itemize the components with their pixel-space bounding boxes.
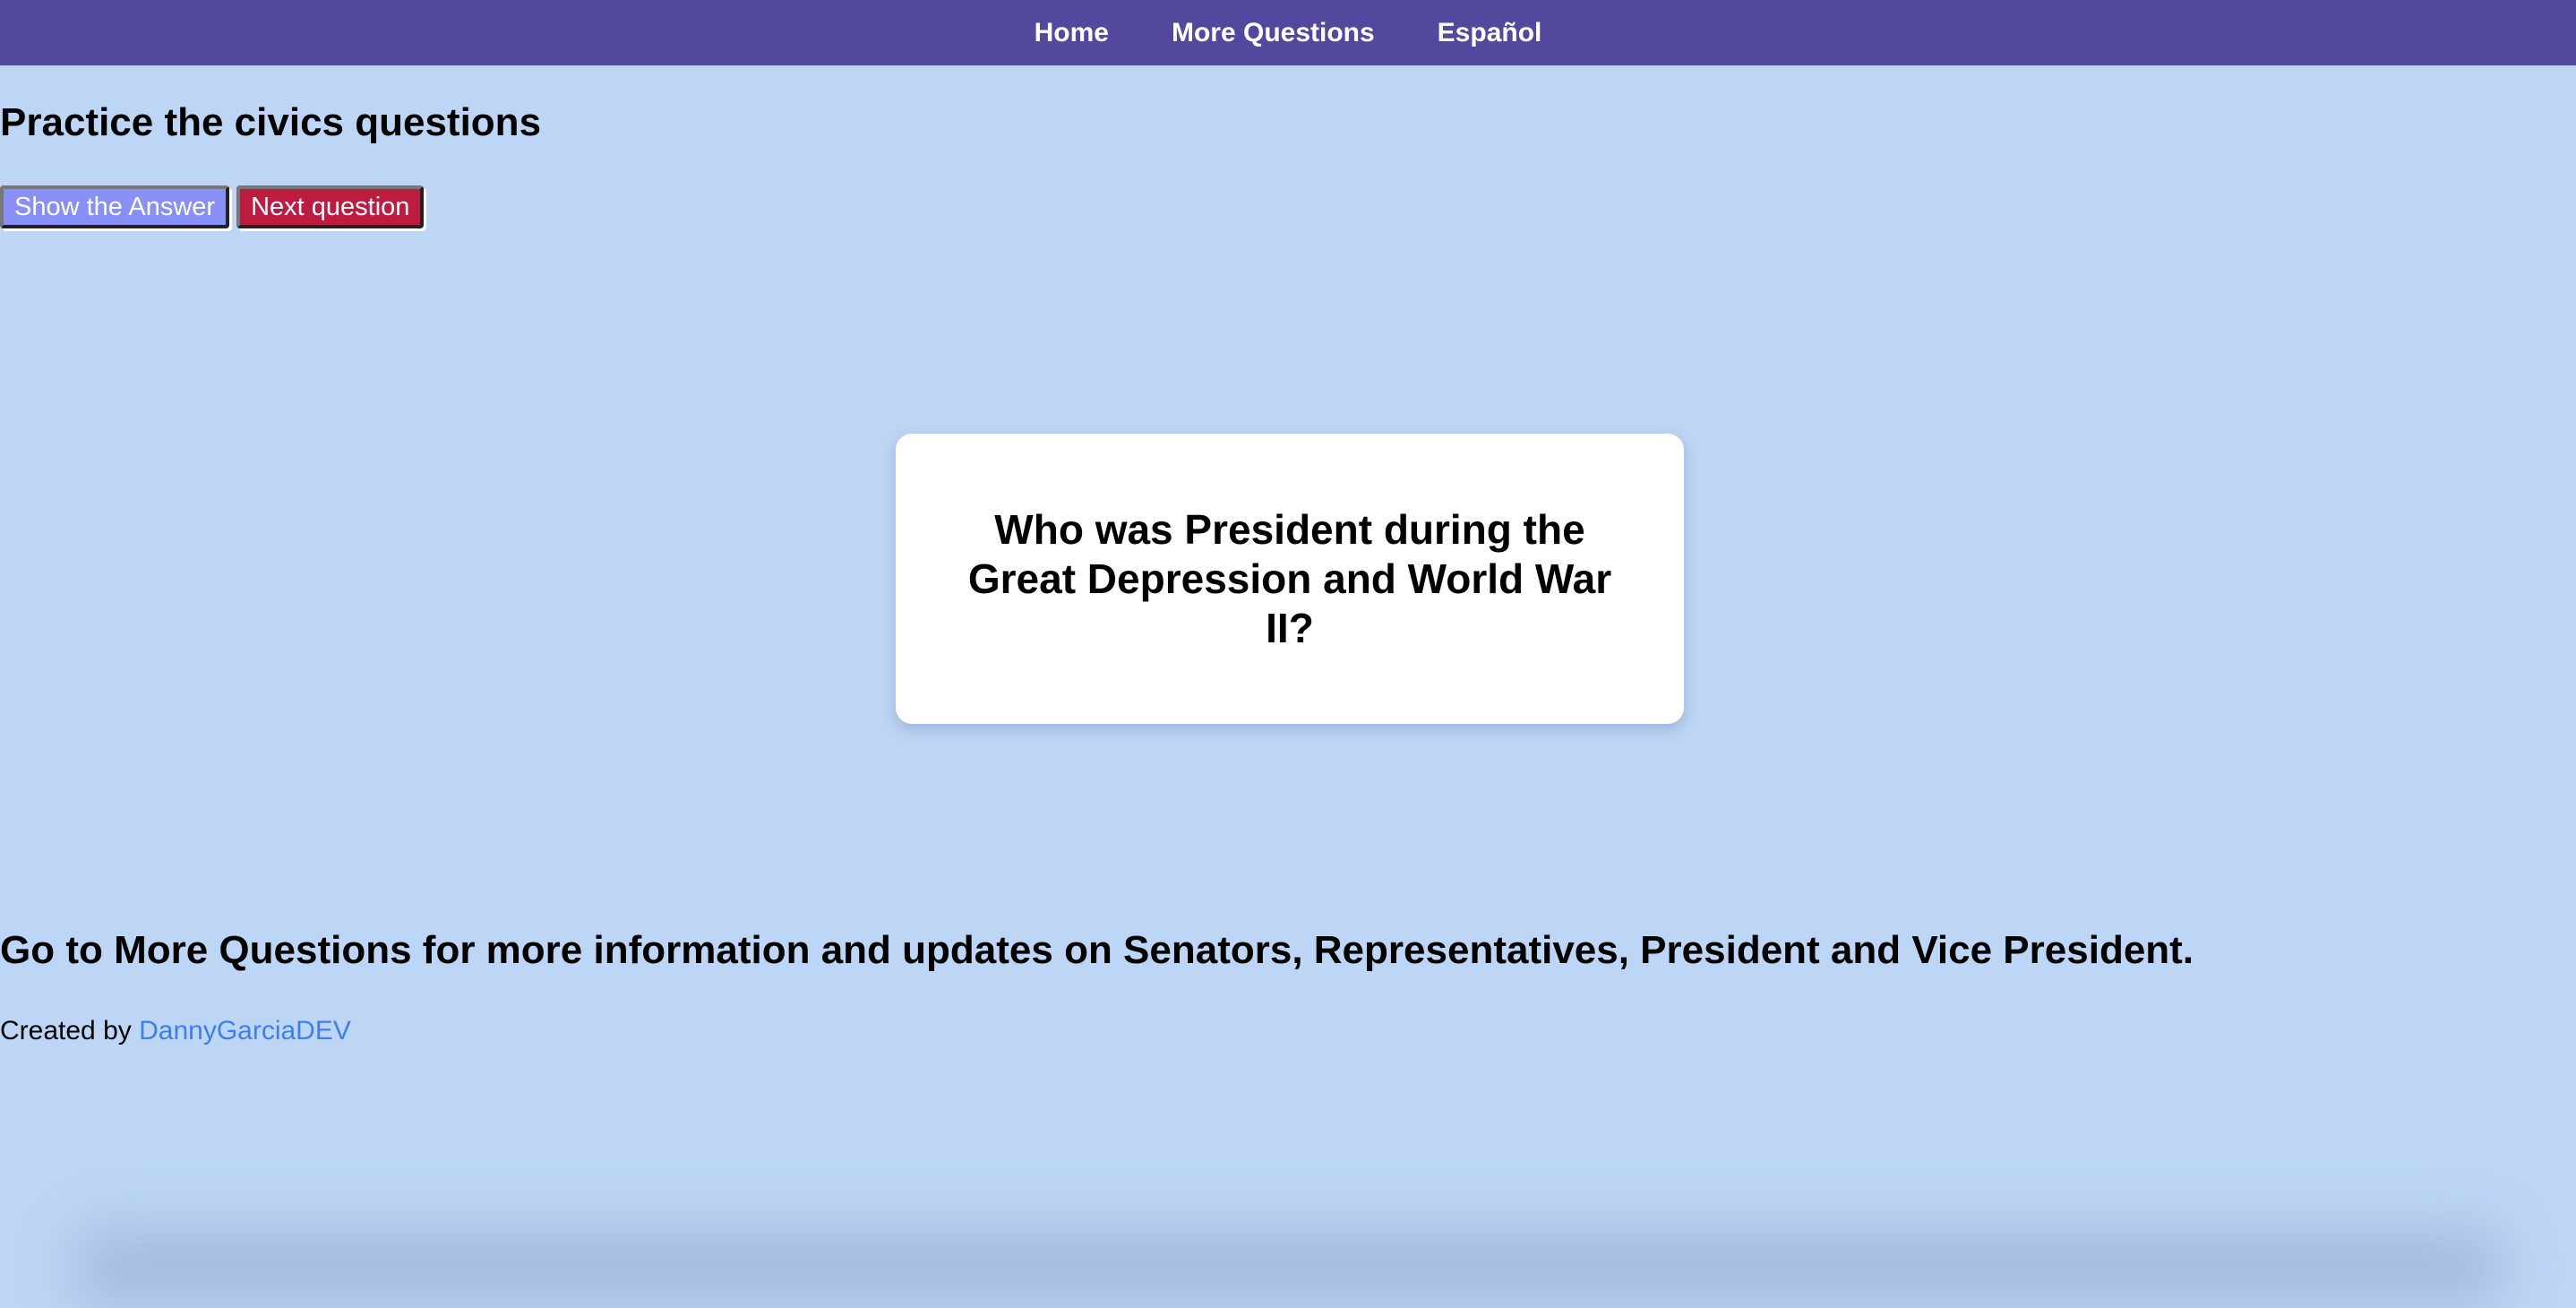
- nav-home[interactable]: Home: [1035, 18, 1109, 48]
- button-group: Show the Answer Next question: [0, 185, 425, 228]
- show-answer-button[interactable]: Show the Answer: [0, 185, 230, 228]
- more-questions-note: Go to More Questions for more informatio…: [0, 928, 2194, 972]
- nav-more-questions[interactable]: More Questions: [1172, 18, 1375, 48]
- author-link[interactable]: DannyGarciaDEV: [139, 1016, 351, 1046]
- bottom-shadow: [72, 1227, 2504, 1308]
- nav-espanol[interactable]: Español: [1438, 18, 1542, 48]
- next-question-button[interactable]: Next question: [236, 185, 425, 228]
- created-by-label: Created by: [0, 1016, 132, 1046]
- page-title: Practice the civics questions: [0, 100, 542, 144]
- footer-credit: Created by DannyGarciaDEV: [0, 1016, 351, 1046]
- question-card[interactable]: Who was President during the Great Depre…: [896, 434, 1684, 724]
- top-nav: Home More Questions Español: [0, 0, 2576, 65]
- question-text: Who was President during the Great Depre…: [967, 505, 1612, 651]
